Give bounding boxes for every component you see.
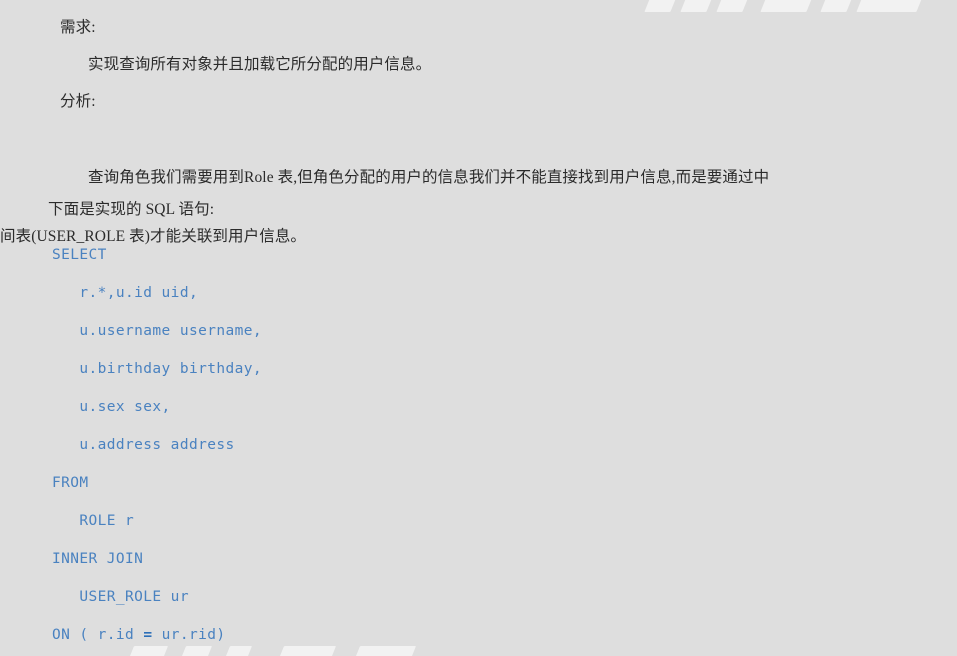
sql-code-line: u.birthday birthday, [52, 361, 262, 377]
sql-token: ON ( r.id [52, 627, 144, 643]
sql-code-line: ROLE r [52, 513, 135, 529]
sql-code-line: FROM [52, 475, 89, 491]
sql-code-line: INNER JOIN [52, 551, 144, 567]
requirement-body: 实现查询所有对象并且加载它所分配的用户信息。 [88, 56, 432, 73]
sql-code-line: SELECT [52, 247, 107, 263]
sql-code-line: u.sex sex, [52, 399, 171, 415]
sql-code-line: ON ( r.id = ur.rid) [0, 616, 957, 654]
sql-code-line: u.username username, [52, 323, 262, 339]
sql-code-line: u.address address [52, 437, 235, 453]
sql-code-line: USER_ROLE ur [52, 589, 189, 605]
sql-token: ur.rid) [152, 627, 226, 643]
sql-code-block: SELECT r.*,u.id uid, u.username username… [0, 236, 957, 656]
requirement-label: 需求: [60, 19, 96, 36]
sql-code-line: r.*,u.id uid, [52, 285, 199, 301]
document-page: 需求: 实现查询所有对象并且加载它所分配的用户信息。 分析: 查询角色我们需要用… [0, 0, 957, 656]
sql-lead-in-text: 下面是实现的 SQL 语句: [48, 201, 215, 218]
analysis-label: 分析: [60, 93, 96, 110]
analysis-body-line-1: 查询角色我们需要用到Role 表,但角色分配的用户的信息我们并不能直接找到用户信… [88, 168, 770, 186]
watermark-top [644, 0, 948, 16]
